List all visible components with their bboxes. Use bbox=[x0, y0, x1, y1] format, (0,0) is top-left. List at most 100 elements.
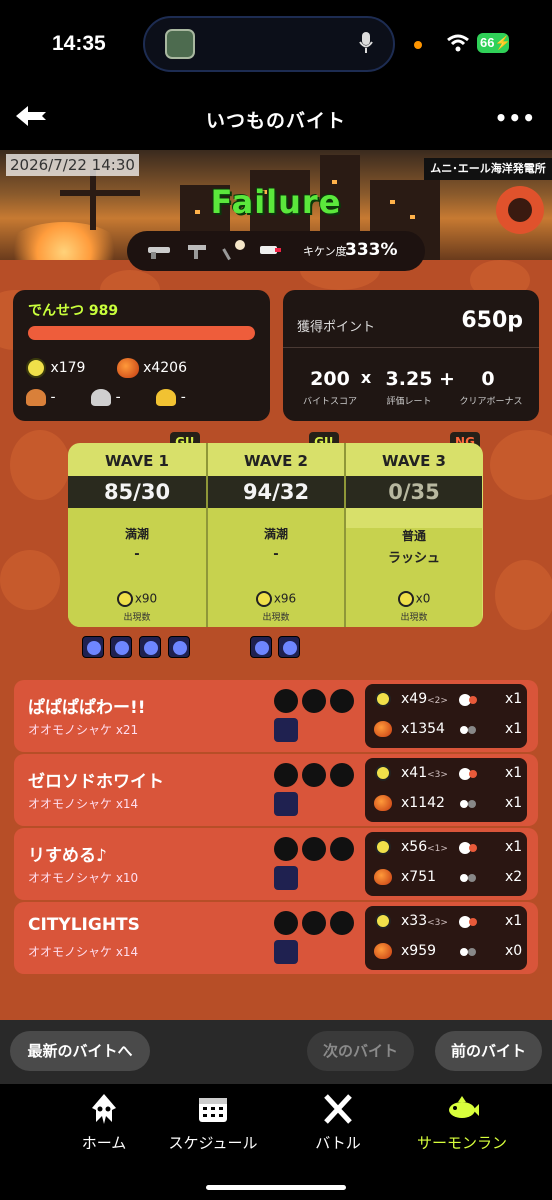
player-boss-kills: オオモノシャケ x10 bbox=[28, 871, 139, 885]
special-weapon-icon bbox=[274, 718, 298, 742]
wave-tide: 満潮 bbox=[263, 527, 288, 541]
wave-golden-appear: x96 bbox=[208, 591, 344, 607]
bronze-scale-count: - bbox=[50, 389, 56, 406]
weapon-icon bbox=[302, 911, 326, 935]
golden-egg-icon bbox=[255, 591, 272, 607]
wave-event: ラッシュ bbox=[387, 551, 440, 566]
job-score-label: バイトスコア bbox=[302, 397, 357, 407]
player-golden-eggs: x41<3> bbox=[401, 765, 448, 781]
rescue-icon bbox=[459, 916, 477, 928]
grade-card: でんせつ 989 x179 x4206 - - - bbox=[13, 290, 270, 421]
player-power-eggs: x751 bbox=[401, 869, 437, 885]
bg-spot bbox=[10, 430, 70, 500]
bg-spot bbox=[490, 430, 552, 500]
battery-level: 66 bbox=[480, 35, 495, 50]
silver-scale-icon bbox=[91, 389, 112, 406]
wave-results: WAVE 1 85/30 満潮 - x90 出現数 WAVE 2 94/32 満… bbox=[68, 443, 483, 627]
player-row[interactable]: CITYLIGHTS オオモノシャケ x14 x33<3> x1 x959 x0 bbox=[14, 902, 538, 974]
player-power-eggs: x959 bbox=[401, 943, 437, 959]
weapon-icon bbox=[302, 689, 326, 713]
golden-egg-icon bbox=[375, 765, 391, 781]
player-name: ぱぱぱぱわー!! bbox=[28, 698, 146, 718]
weapon-icon bbox=[302, 763, 326, 787]
scale-totals: - - - bbox=[26, 389, 186, 406]
tab-salmon-run[interactable]: サーモンラン bbox=[402, 1092, 522, 1153]
job-score: 200 bbox=[310, 368, 350, 390]
previous-shift-button[interactable]: 前のバイト bbox=[435, 1031, 542, 1071]
tab-battle[interactable]: バトル bbox=[278, 1092, 398, 1153]
grade-progress-bar bbox=[28, 326, 255, 340]
weapon-icon bbox=[330, 837, 354, 861]
special-icon bbox=[82, 636, 104, 658]
golden-egg-icon bbox=[26, 358, 46, 378]
wave-2-panel[interactable]: WAVE 2 94/32 満潮 - x96 出現数 bbox=[206, 443, 344, 627]
weapon-icon bbox=[302, 837, 326, 861]
rescue-icon bbox=[459, 768, 477, 780]
player-boss-kills: オオモノシャケ x14 bbox=[28, 797, 139, 811]
egg-totals: x179 x4206 bbox=[26, 358, 187, 378]
player-rescues: x1 bbox=[505, 913, 523, 929]
more-menu-icon[interactable]: ••• bbox=[495, 106, 536, 130]
crossed-weapons-icon bbox=[324, 1094, 352, 1124]
weapon-splattershot-icon bbox=[148, 247, 170, 259]
power-egg-total: x4206 bbox=[143, 360, 187, 376]
player-rescued: x0 bbox=[505, 943, 523, 959]
tab-home[interactable]: ホーム bbox=[44, 1092, 164, 1153]
player-boss-kills: オオモノシャケ x21 bbox=[28, 723, 139, 737]
next-shift-button[interactable]: 次のバイト bbox=[307, 1031, 414, 1071]
wave-count-label: 出現数 bbox=[262, 613, 290, 623]
weapon-roller-icon bbox=[260, 246, 281, 254]
status-bar: 14:35 66⚡ bbox=[0, 0, 552, 92]
hazard-level: 333% bbox=[345, 240, 398, 260]
player-row[interactable]: ぱぱぱぱわー!! オオモノシャケ x21 x49<2> x1 x1354 x1 bbox=[14, 680, 538, 752]
home-indicator bbox=[206, 1185, 346, 1190]
player-row[interactable]: リすめる♪ オオモノシャケ x10 x56<1> x1 x751 x2 bbox=[14, 828, 538, 900]
player-golden-eggs: x49<2> bbox=[401, 691, 448, 707]
golden-egg-total: x179 bbox=[50, 360, 86, 376]
player-golden-eggs: x33<3> bbox=[401, 913, 448, 929]
salmon-icon bbox=[449, 1096, 479, 1118]
clear-bonus: 0 bbox=[481, 368, 495, 390]
wave-title: WAVE 2 bbox=[244, 452, 308, 470]
special-weapon-icon bbox=[274, 792, 298, 816]
wave-count: x0 bbox=[415, 591, 431, 606]
player-row[interactable]: ゼロソドホワイト オオモノシャケ x14 x41<3> x1 x1142 x1 bbox=[14, 754, 538, 826]
special-icon bbox=[168, 636, 190, 658]
player-rescued: x1 bbox=[505, 795, 523, 811]
weapon-icon bbox=[330, 689, 354, 713]
bg-spot bbox=[0, 550, 60, 610]
tab-label: スケジュール bbox=[168, 1134, 258, 1152]
app-header: いつものバイト ••• bbox=[0, 92, 552, 150]
player-rescues: x1 bbox=[505, 691, 523, 707]
now-playing-thumbnail bbox=[165, 29, 195, 59]
sunset-glow bbox=[4, 222, 124, 260]
power-egg-icon bbox=[374, 721, 392, 737]
dynamic-island[interactable] bbox=[143, 16, 395, 72]
player-golden-eggs: x56<1> bbox=[401, 839, 448, 855]
latest-shift-button[interactable]: 最新のバイトへ bbox=[10, 1031, 150, 1071]
gold-scale-icon bbox=[156, 389, 177, 406]
pay-grade-rate-label: 評価レート bbox=[386, 397, 432, 407]
calendar-icon bbox=[199, 1098, 227, 1122]
squid-icon bbox=[92, 1094, 116, 1124]
status-time: 14:35 bbox=[52, 32, 106, 55]
player-power-eggs: x1354 bbox=[401, 721, 445, 737]
special-icon bbox=[139, 636, 161, 658]
wave-3-panel[interactable]: WAVE 3 0/35 普通 ラッシュ x0 出現数 bbox=[344, 443, 482, 627]
weapon-blaster-icon bbox=[188, 245, 206, 259]
wave-event: - bbox=[273, 547, 279, 562]
player-name: リすめる♪ bbox=[28, 846, 107, 866]
hazard-label: キケン度 bbox=[303, 245, 347, 258]
tab-label: サーモンラン bbox=[416, 1134, 507, 1152]
power-egg-icon bbox=[374, 943, 392, 959]
shift-navigation: 最新のバイトへ 次のバイト 前のバイト bbox=[0, 1020, 552, 1084]
gold-scale-count: - bbox=[180, 389, 186, 406]
weapon-icon bbox=[274, 689, 298, 713]
wave-1-panel[interactable]: WAVE 1 85/30 満潮 - x90 出現数 bbox=[68, 443, 206, 627]
wave-event: - bbox=[134, 547, 140, 562]
tab-schedule[interactable]: スケジュール bbox=[153, 1092, 273, 1153]
plus-sign: + bbox=[439, 368, 455, 390]
wave-tide: 満潮 bbox=[124, 527, 149, 541]
rescued-icon bbox=[460, 874, 476, 882]
power-egg-icon bbox=[374, 795, 392, 811]
